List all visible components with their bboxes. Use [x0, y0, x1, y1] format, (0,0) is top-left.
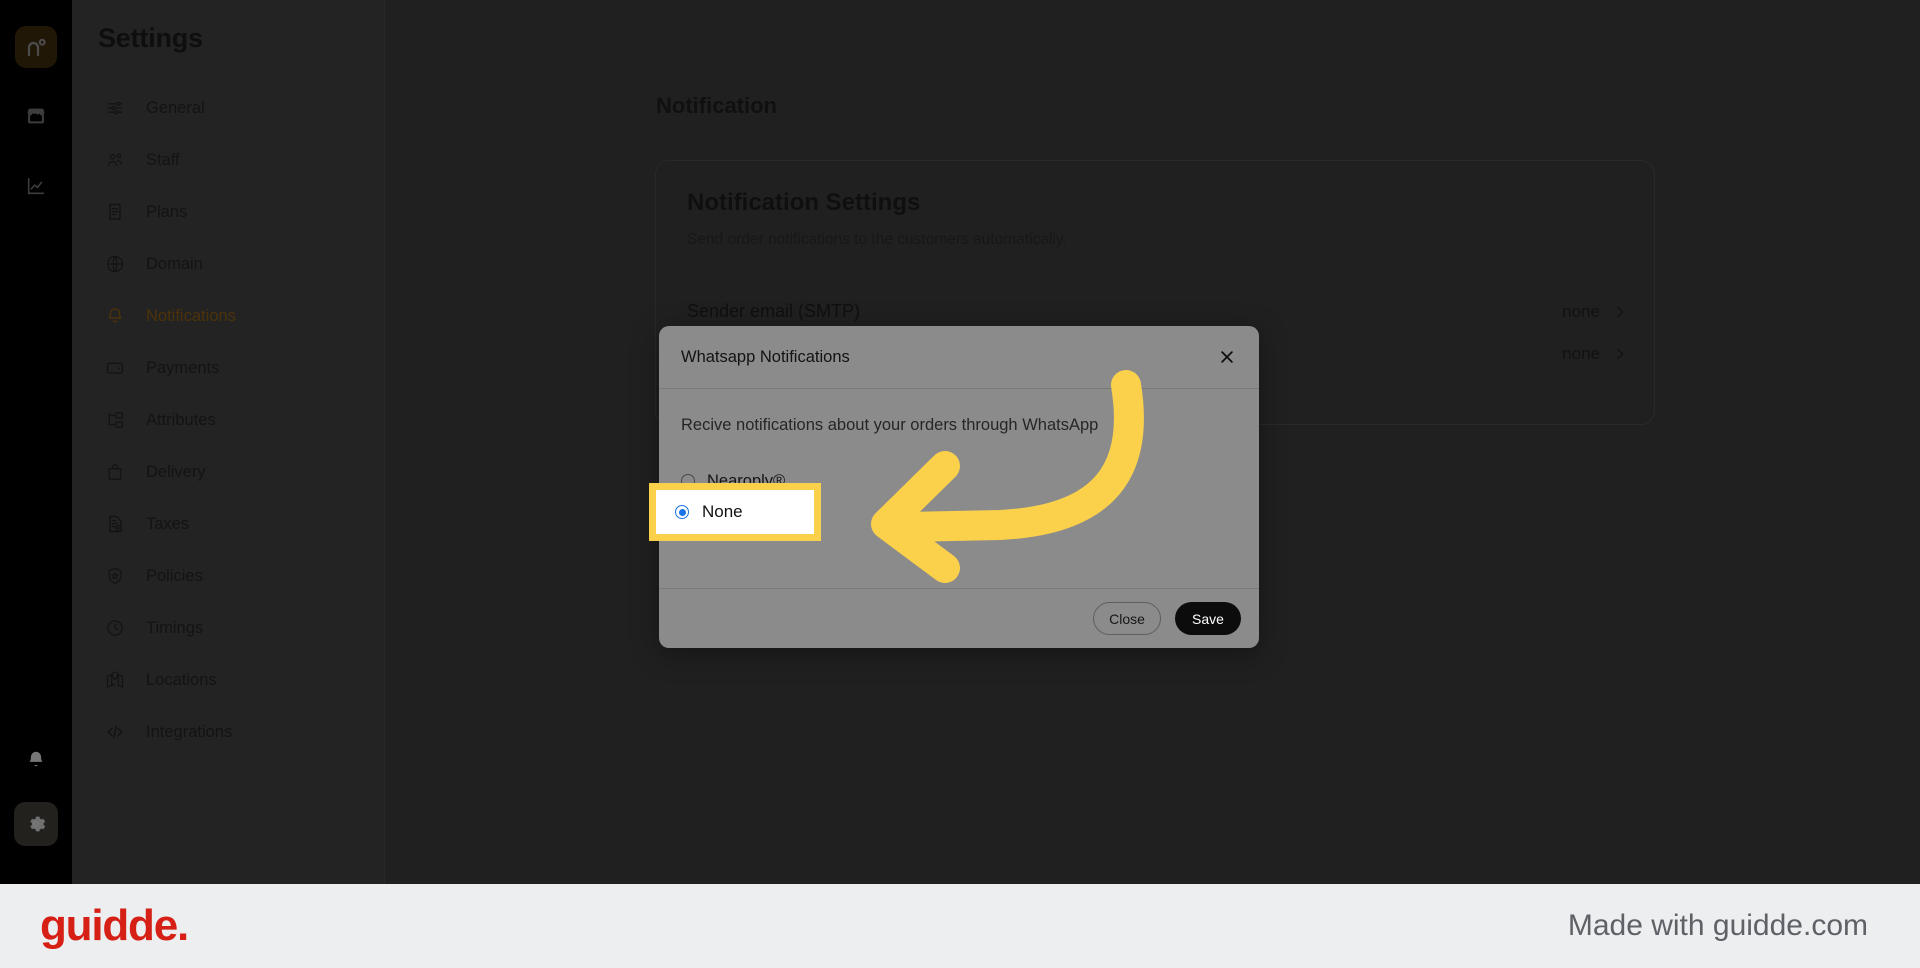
modal-header: Whatsapp Notifications: [659, 326, 1259, 389]
modal-footer: Close Save: [659, 588, 1259, 648]
card-title: Notification Settings: [687, 189, 921, 216]
sidebar-item-label: General: [146, 98, 205, 117]
analytics-chart-icon[interactable]: [14, 164, 58, 208]
card-subtitle: Send order notifications to the customer…: [687, 231, 1067, 248]
clock-icon: [102, 615, 128, 641]
sidebar-item-integrations[interactable]: Integrations: [72, 706, 384, 758]
sidebar-item-label: Timings: [146, 618, 204, 637]
sidebar-item-payments[interactable]: Payments: [72, 342, 384, 394]
hierarchy-icon: [102, 407, 128, 433]
users-icon: [102, 147, 128, 173]
sidebar-item-label: Notifications: [146, 306, 236, 325]
save-button[interactable]: Save: [1175, 602, 1241, 635]
settings-sidebar: Settings General Staff Plans Domain Noti…: [72, 0, 385, 884]
sidebar-item-label: Plans: [146, 202, 188, 221]
sidebar-item-label: Payments: [146, 358, 220, 377]
sidebar-item-label: Locations: [146, 670, 217, 689]
brand-n-degree-logo[interactable]: [15, 26, 57, 68]
close-button[interactable]: Close: [1093, 602, 1161, 635]
wallet-icon: [102, 355, 128, 381]
highlight-label: None: [702, 502, 743, 521]
sidebar-item-plans[interactable]: Plans: [72, 186, 384, 238]
settings-nav-list: General Staff Plans Domain Notifications…: [72, 82, 384, 758]
shield-icon: [102, 563, 128, 589]
bell-icon[interactable]: [14, 738, 58, 782]
page-title: Settings: [98, 23, 203, 53]
sidebar-item-staff[interactable]: Staff: [72, 134, 384, 186]
sidebar-item-domain[interactable]: Domain: [72, 238, 384, 290]
chevron-right-icon: [1612, 346, 1628, 362]
bag-icon: [102, 459, 128, 485]
tax-doc-icon: [102, 511, 128, 537]
bell-icon: [102, 303, 128, 329]
sidebar-item-attributes[interactable]: Attributes: [72, 394, 384, 446]
guidde-footer: guidde. Made with guidde.com: [0, 884, 1920, 968]
icon-rail: [0, 0, 72, 884]
sidebar-item-label: Integrations: [146, 722, 233, 741]
gear-icon[interactable]: [14, 802, 58, 846]
sidebar-item-label: Domain: [146, 254, 203, 273]
highlight-box-none-option[interactable]: None: [649, 483, 821, 541]
row-value-wrap: none: [1562, 302, 1628, 322]
modal-title: Whatsapp Notifications: [681, 347, 850, 366]
sidebar-item-taxes[interactable]: Taxes: [72, 498, 384, 550]
sidebar-item-label: Policies: [146, 566, 203, 585]
sidebar-item-label: Attributes: [146, 410, 216, 429]
receipt-icon: [102, 199, 128, 225]
sidebar-item-locations[interactable]: Locations: [72, 654, 384, 706]
map-icon: [102, 667, 128, 693]
row-value: none: [1562, 301, 1600, 321]
code-icon: [102, 719, 128, 745]
globe-icon: [102, 251, 128, 277]
guidde-logo: guidde.: [40, 901, 189, 950]
setting-row-sender-email[interactable]: Sender email (SMTP) none: [687, 301, 1628, 322]
store-icon[interactable]: [14, 94, 58, 138]
sidebar-item-delivery[interactable]: Delivery: [72, 446, 384, 498]
close-x-icon[interactable]: [1213, 343, 1241, 371]
notification-page-heading: Notification: [656, 93, 777, 118]
sidebar-item-notifications[interactable]: Notifications: [72, 290, 384, 342]
app-shell: Settings General Staff Plans Domain Noti…: [0, 0, 1920, 884]
sidebar-item-general[interactable]: General: [72, 82, 384, 134]
sidebar-item-label: Delivery: [146, 462, 206, 481]
sidebar-item-label: Taxes: [146, 514, 190, 533]
modal-description: Recive notifications about your orders t…: [681, 416, 1099, 434]
sidebar-item-policies[interactable]: Policies: [72, 550, 384, 602]
made-with-guidde-text: Made with guidde.com: [1567, 909, 1868, 942]
row-value: none: [1562, 344, 1600, 363]
sliders-icon: [102, 95, 128, 121]
screenshot-root: Settings General Staff Plans Domain Noti…: [0, 0, 1920, 968]
radio-selected-icon: [675, 505, 689, 519]
sidebar-item-timings[interactable]: Timings: [72, 602, 384, 654]
chevron-right-icon: [1612, 304, 1628, 320]
sidebar-item-label: Staff: [146, 150, 180, 169]
row-label: Sender email (SMTP): [687, 301, 861, 321]
row-value-wrap: none: [1562, 344, 1628, 364]
